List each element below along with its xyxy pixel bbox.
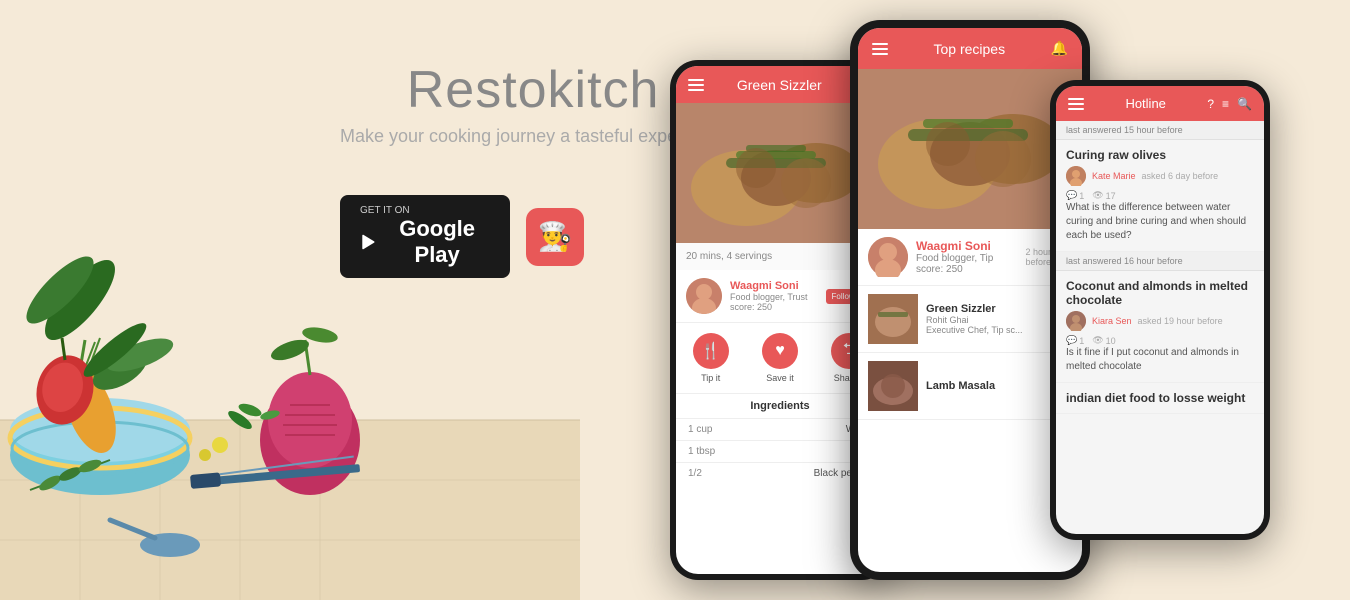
- recipe-thumb-2: [868, 361, 918, 411]
- q2-stats: 💬 1 👁 10: [1066, 335, 1254, 346]
- phone3-screen: Hotline ? ≡ 🔍 last answered 15 hour befo…: [1056, 86, 1264, 534]
- phone2-title: Top recipes: [933, 41, 1005, 57]
- recipe-list-item-2[interactable]: Lamb Masala: [858, 353, 1082, 420]
- q1-text: What is the difference between water cur…: [1066, 201, 1254, 243]
- phone3-header: Hotline ? ≡ 🔍: [1056, 86, 1264, 121]
- phone2-header: Top recipes 🔔: [858, 28, 1082, 69]
- q2-comments: 💬 1: [1066, 335, 1084, 346]
- google-play-button[interactable]: GET IT ON Google Play: [340, 195, 510, 278]
- ingredient-qty-3: 1/2: [688, 468, 702, 479]
- featured-chef-desc: Food blogger, Tip score: 250: [916, 253, 1018, 275]
- q2-title: Coconut and almonds in melted chocolate: [1066, 279, 1254, 307]
- phones-mockup-container: Green Sizzler 🔔 20 mins,: [650, 0, 1350, 600]
- hotline-status-1: last answered 15 hour before: [1056, 121, 1264, 140]
- google-play-small-text: GET IT ON: [360, 205, 410, 216]
- q1-meta: Kate Marie asked 6 day before: [1066, 166, 1254, 186]
- ingredient-qty-2: 1 tbsp: [688, 446, 715, 457]
- hotline-status-2: last answered 16 hour before: [1056, 252, 1264, 271]
- cta-buttons-group: GET IT ON Google Play 👨‍🍳: [340, 195, 584, 278]
- phone1-chef-info: Waagmi Soni Food blogger, Trust score: 2…: [730, 280, 818, 312]
- list-icon: ≡: [1222, 97, 1229, 111]
- phone1-title: Green Sizzler: [737, 77, 822, 93]
- save-label: Save it: [766, 373, 794, 383]
- tip-button[interactable]: 🍴 Tip it: [693, 333, 729, 383]
- save-button[interactable]: ♥ Save it: [762, 333, 798, 383]
- help-icon: ?: [1207, 97, 1214, 111]
- bell-icon-2: 🔔: [1051, 40, 1068, 57]
- app-icon-button[interactable]: 👨‍🍳: [526, 208, 584, 266]
- featured-chef-info: Waagmi Soni Food blogger, Tip score: 250: [916, 239, 1018, 275]
- q2-avatar: [1066, 311, 1086, 331]
- chef-hat-icon: 👨‍🍳: [538, 220, 573, 253]
- q1-user-name: Kate Marie: [1092, 171, 1136, 181]
- hotline-question-2[interactable]: Coconut and almonds in melted chocolate …: [1056, 271, 1264, 383]
- featured-avatar: [868, 237, 908, 277]
- q1-avatar: [1066, 166, 1086, 186]
- q1-asked: asked 6 day before: [1142, 171, 1219, 181]
- hamburger-icon-2: [872, 43, 888, 55]
- phone3-mockup: Hotline ? ≡ 🔍 last answered 15 hour befo…: [1050, 80, 1270, 540]
- phone3-title: Hotline: [1125, 96, 1165, 111]
- save-icon: ♥: [762, 333, 798, 369]
- hotline-question-3[interactable]: indian diet food to losse weight: [1056, 383, 1264, 414]
- recipe-list-item-1[interactable]: Green Sizzler Rohit Ghai Executive Chef,…: [858, 286, 1082, 353]
- phone2-food-image: [858, 69, 1082, 229]
- featured-chef-name: Waagmi Soni: [916, 239, 1018, 253]
- tip-label: Tip it: [701, 373, 720, 383]
- q2-user-name: Kiara Sen: [1092, 316, 1132, 326]
- google-play-label: Google Play: [360, 216, 490, 268]
- phone1-chef-desc: Food blogger, Trust score: 250: [730, 292, 818, 312]
- search-icon: 🔍: [1237, 97, 1252, 111]
- hotline-header-icons: ? ≡ 🔍: [1207, 97, 1252, 111]
- q2-views: 👁 10: [1092, 335, 1115, 346]
- q2-meta: Kiara Sen asked 19 hour before: [1066, 311, 1254, 331]
- recipe-thumb-1: [868, 294, 918, 344]
- phone2-screen: Top recipes 🔔: [858, 28, 1082, 572]
- hamburger-icon-3: [1068, 98, 1084, 110]
- tip-icon: 🍴: [693, 333, 729, 369]
- chef-avatar: [686, 278, 722, 314]
- phone2-featured-chef: Waagmi Soni Food blogger, Tip score: 250…: [858, 229, 1082, 286]
- google-play-icon: [360, 231, 378, 253]
- q2-asked: asked 19 hour before: [1138, 316, 1223, 326]
- q1-views: 👁 17: [1092, 190, 1115, 201]
- q1-title: Curing raw olives: [1066, 148, 1254, 162]
- q1-comments: 💬 1: [1066, 190, 1084, 201]
- hamburger-icon: [688, 79, 704, 91]
- q2-text: Is it fine if I put coconut and almonds …: [1066, 346, 1254, 374]
- phone1-chef-name: Waagmi Soni: [730, 280, 818, 292]
- ingredient-qty-1: 1 cup: [688, 424, 712, 435]
- q3-title: indian diet food to losse weight: [1066, 391, 1254, 405]
- hotline-question-1[interactable]: Curing raw olives Kate Marie asked 6 day…: [1056, 140, 1264, 252]
- recipe-time: 20 mins, 4 servings: [686, 251, 772, 262]
- q1-stats: 💬 1 👁 17: [1066, 190, 1254, 201]
